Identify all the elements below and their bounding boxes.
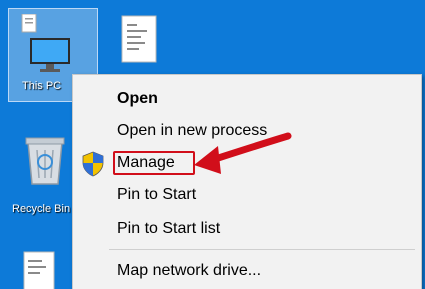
red-arrow-icon: [194, 132, 292, 174]
menu-item-open[interactable]: Open: [117, 85, 158, 113]
desktop-icon-this-pc[interactable]: [18, 13, 78, 84]
desktop-icon-label: Recycle Bin: [12, 203, 71, 215]
desktop: This PC Recycle Bin Open Open in new pro…: [0, 0, 425, 289]
menu-separator: [109, 249, 415, 250]
desktop-icon-recycle-bin[interactable]: [20, 132, 70, 188]
document-icon: [23, 251, 55, 289]
recycle-bin-icon: [25, 137, 65, 185]
this-pc-icon: [21, 13, 70, 72]
desktop-icon-document[interactable]: [18, 250, 68, 289]
menu-item-map-network-drive[interactable]: Map network drive...: [117, 257, 261, 285]
desktop-icon-label: This PC: [22, 80, 62, 92]
desktop-icon-document[interactable]: [116, 14, 166, 70]
menu-item-pin-to-start[interactable]: Pin to Start: [117, 181, 196, 209]
document-icon: [121, 15, 157, 63]
menu-item-pin-to-start-list[interactable]: Pin to Start list: [117, 215, 220, 243]
manage-highlight-box: [113, 151, 195, 175]
uac-shield-icon: [82, 151, 104, 177]
